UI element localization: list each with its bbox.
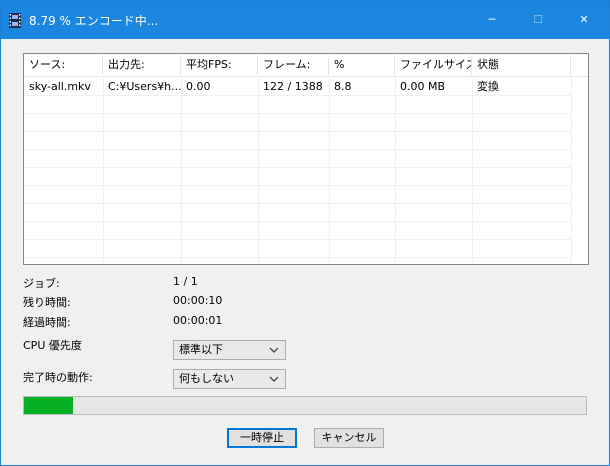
cell-percent: 8.8 (334, 80, 352, 93)
column-header-avg-fps[interactable]: 平均FPS: (181, 55, 258, 75)
film-strip-icon (9, 13, 21, 28)
chevron-down-icon (269, 376, 279, 382)
job-list[interactable]: ソース: 出力先: 平均FPS: フレーム: % ファイルサイズ: 状態 sky… (23, 53, 589, 265)
cpu-priority-label: CPU 優先度 (23, 339, 82, 352)
window-title: 8.79 % エンコード中... (29, 14, 159, 28)
row-divider (24, 131, 571, 132)
job-label: ジョブ: (23, 277, 60, 290)
cell-avg-fps: 0.00 (186, 80, 211, 93)
encode-progress-window: 8.79 % エンコード中... ─ ☐ ✕ ソース: 出力先: 平均FPS: … (0, 0, 610, 466)
cpu-priority-value: 標準以下 (179, 343, 223, 356)
row-divider (24, 221, 571, 222)
column-divider (258, 76, 259, 264)
column-header-output[interactable]: 出力先: (103, 55, 181, 75)
column-header-status[interactable]: 状態 (472, 55, 571, 75)
cell-file-size: 0.00 MB (400, 80, 446, 93)
row-divider (24, 257, 571, 258)
chevron-down-icon (269, 347, 279, 353)
row-divider (24, 203, 571, 204)
pause-button[interactable]: 一時停止 (227, 428, 297, 448)
cell-source: sky-all.mkv (29, 80, 91, 93)
row-divider (24, 167, 571, 168)
column-header-source[interactable]: ソース: (24, 55, 103, 75)
cell-frames: 122 / 1388 (263, 80, 323, 93)
column-divider (395, 76, 396, 264)
job-list-header: ソース: 出力先: 平均FPS: フレーム: % ファイルサイズ: 状態 (24, 54, 588, 77)
on-complete-label: 完了時の動作: (23, 371, 93, 384)
remaining-time-value: 00:00:10 (173, 294, 223, 307)
cancel-button[interactable]: キャンセル (314, 428, 384, 448)
column-divider (103, 76, 104, 264)
minimize-button[interactable]: ─ (469, 1, 515, 39)
column-header-percent[interactable]: % (329, 55, 395, 75)
elapsed-time-value: 00:00:01 (173, 314, 223, 327)
column-divider (472, 76, 473, 264)
on-complete-action-select[interactable]: 何もしない (173, 369, 286, 389)
row-divider (24, 149, 571, 150)
title-bar[interactable]: 8.79 % エンコード中... ─ ☐ ✕ (1, 1, 609, 39)
cell-status: 変換 (477, 80, 499, 93)
maximize-button[interactable]: ☐ (515, 1, 561, 39)
close-icon: ✕ (579, 13, 589, 26)
minimize-icon: ─ (488, 13, 496, 26)
elapsed-time-label: 経過時間: (23, 316, 71, 329)
column-divider (571, 76, 572, 264)
column-header-file-size[interactable]: ファイルサイズ: (395, 55, 472, 75)
cell-output: C:¥Users¥h... (108, 80, 181, 93)
close-button[interactable]: ✕ (561, 1, 607, 39)
remaining-time-label: 残り時間: (23, 296, 71, 309)
cpu-priority-select[interactable]: 標準以下 (173, 340, 286, 360)
on-complete-action-value: 何もしない (179, 372, 234, 385)
encode-progress-bar (23, 396, 587, 415)
row-divider (24, 113, 571, 114)
column-header-frames[interactable]: フレーム: (258, 55, 329, 75)
row-divider (24, 185, 571, 186)
job-value: 1 / 1 (173, 275, 198, 288)
progress-fill (24, 397, 74, 414)
maximize-icon: ☐ (533, 13, 543, 26)
column-divider (329, 76, 330, 264)
row-divider (24, 239, 571, 240)
column-divider (181, 76, 182, 264)
